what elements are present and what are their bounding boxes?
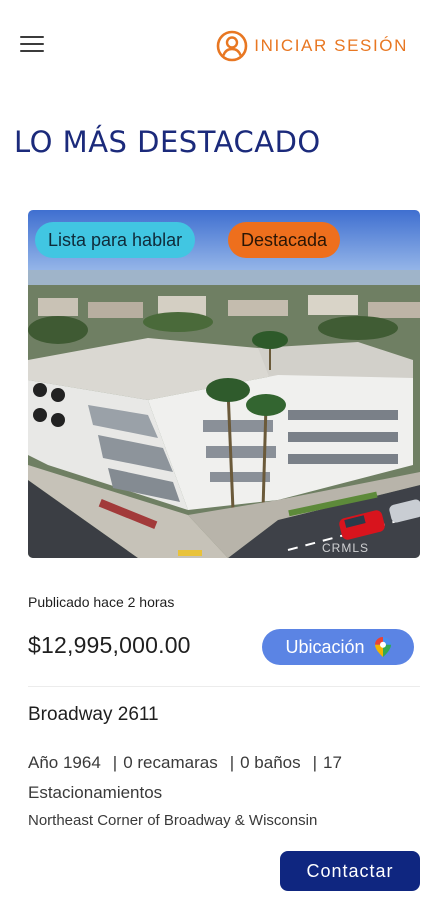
hamburger-menu-icon[interactable]: [20, 36, 44, 56]
spec-year: Año 1964: [28, 753, 101, 772]
listing-address: Broadway 2611: [28, 704, 159, 725]
listing-photo-illustration: [28, 210, 420, 558]
badge-ready-to-talk: Lista para hablar: [35, 222, 196, 258]
map-pin-icon: [374, 637, 391, 657]
top-bar: INICIAR SESIÓN: [0, 0, 446, 92]
badge-featured: Destacada: [228, 222, 341, 258]
location-button[interactable]: Ubicación: [262, 629, 414, 665]
user-circle-icon: [216, 30, 248, 62]
divider: [28, 686, 420, 687]
listing-specs: Año 1964 | 0 recamaras | 0 baños | 17 Estacion…: [28, 748, 423, 808]
section-title: LO MÁS DESTACADO: [14, 125, 321, 159]
location-button-label: Ubicación: [285, 636, 365, 657]
spec-separator: |: [312, 753, 318, 772]
login-label: INICIAR SESIÓN: [254, 36, 408, 55]
spec-bedrooms: 0 recamaras: [123, 753, 218, 772]
image-watermark: CRMLS: [322, 541, 370, 555]
contact-button[interactable]: Contactar: [280, 851, 420, 891]
posted-time: Publicado hace 2 horas: [28, 594, 175, 610]
login-button[interactable]: INICIAR SESIÓN: [216, 29, 408, 63]
listing-price: $12,995,000.00: [28, 632, 191, 658]
spec-separator: |: [229, 753, 235, 772]
cross-streets: Northeast Corner of Broadway & Wisconsin: [28, 812, 318, 829]
listing-photo[interactable]: [28, 210, 420, 558]
spec-bathrooms: 0 baños: [240, 753, 301, 772]
spec-separator: |: [112, 753, 118, 772]
